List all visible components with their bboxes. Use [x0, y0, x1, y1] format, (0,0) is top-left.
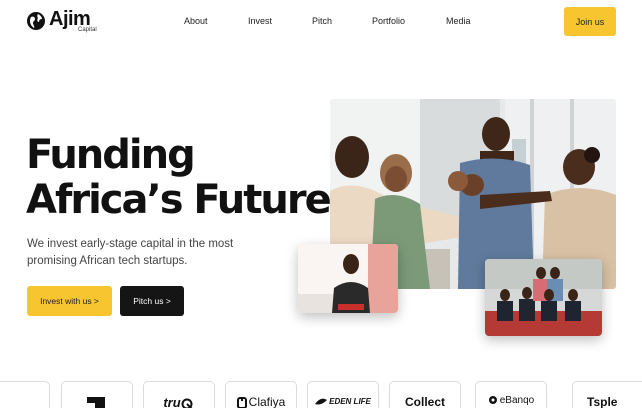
logo-subtitle: Capital	[78, 27, 97, 33]
portfolio-logo-truq[interactable]: tru	[143, 381, 215, 408]
nav-portfolio[interactable]: Portfolio	[372, 16, 405, 26]
portfolio-mark-icon	[87, 397, 105, 408]
portfolio-logo-collect[interactable]: Collect	[389, 381, 461, 408]
speaker-photo	[298, 244, 398, 313]
portfolio-logo-2[interactable]	[61, 381, 133, 408]
portfolio-logo-clafiya[interactable]: Clafiya	[225, 381, 297, 408]
hero-title: Funding Africa’s Future	[26, 132, 332, 223]
nav-media[interactable]: Media	[446, 16, 471, 26]
team-photo	[485, 259, 602, 336]
ebanqo-icon	[488, 396, 497, 405]
brand-logo[interactable]: Ajim Capital	[26, 8, 97, 33]
portfolio-logo-tsple[interactable]: Tsple	[572, 381, 642, 408]
portfolio-logo-ebanqo[interactable]: eBanqo	[475, 381, 547, 408]
portfolio-logo-1[interactable]	[0, 381, 50, 408]
hero-title-line-2: Africa’s Future	[26, 177, 332, 223]
pitch-us-button[interactable]: Pitch us >	[120, 286, 184, 316]
nav-pitch[interactable]: Pitch	[312, 16, 332, 26]
portfolio-logo-eden-life[interactable]: EDEN LIFE	[307, 381, 379, 408]
invest-with-us-button[interactable]: Invest with us >	[27, 286, 112, 316]
portfolio-logo-strip: tru Clafiya EDEN LIFE Collect eBanqo Tsp…	[0, 381, 642, 408]
logo-wordmark: Ajim	[49, 8, 91, 30]
q-logo-icon	[181, 398, 193, 408]
nav-invest[interactable]: Invest	[248, 16, 272, 26]
site-header: Ajim Capital About Invest Pitch Portfoli…	[0, 0, 642, 44]
globe-icon	[27, 12, 45, 30]
hero-subtitle: We invest early-stage capital in the mos…	[27, 238, 234, 267]
nav-about[interactable]: About	[184, 16, 208, 26]
join-us-button[interactable]: Join us	[564, 7, 616, 36]
clafiya-icon	[236, 396, 247, 408]
eden-leaf-icon	[315, 398, 328, 405]
hero-title-line-1: Funding	[26, 132, 196, 178]
